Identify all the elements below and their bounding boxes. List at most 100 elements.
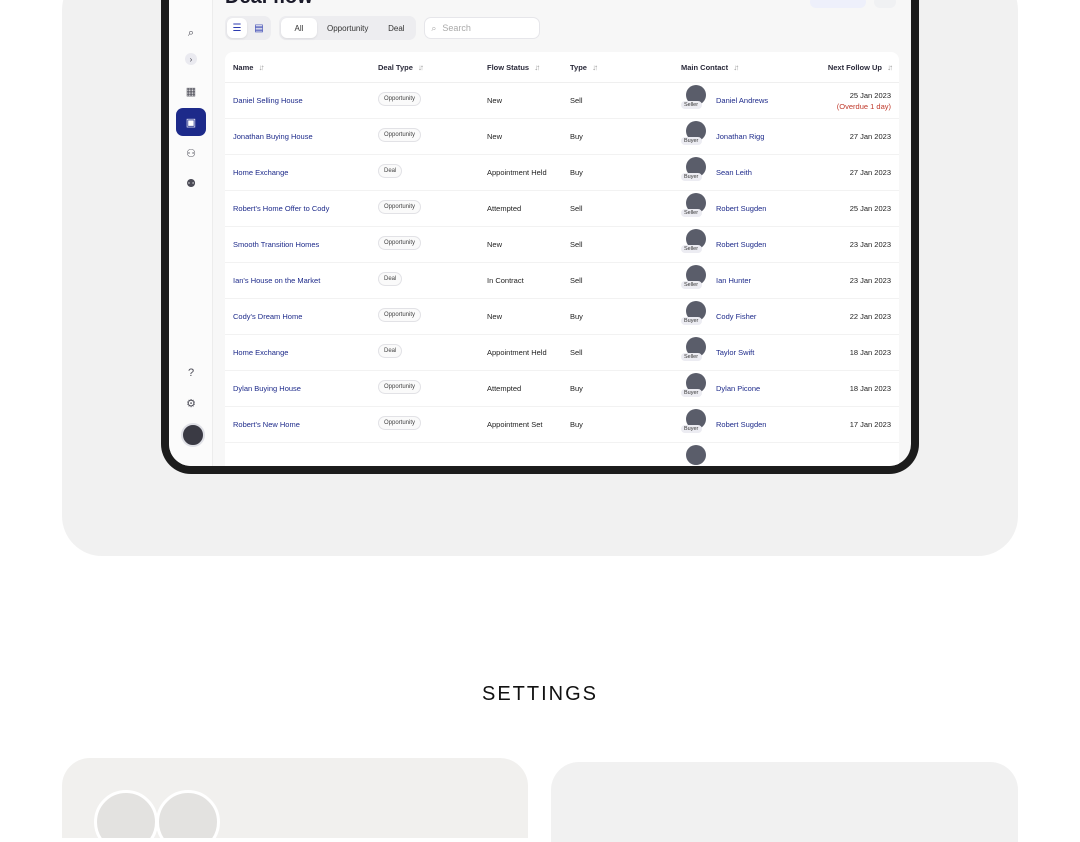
contact-name-link[interactable]: Robert Sugden	[716, 204, 766, 213]
contact-nav-button[interactable]: ⚇	[177, 140, 205, 166]
dashboard-icon: ▦	[185, 85, 197, 98]
deal-name-link[interactable]: Jonathan Buying House	[233, 132, 313, 141]
table-row[interactable]: Daniel Selling House Opportunity New Sell Se…	[225, 82, 899, 119]
sort-icon[interactable]: ↓↑	[592, 63, 598, 72]
briefcase-nav-button[interactable]: ▣	[176, 108, 206, 136]
column-header[interactable]: Name ↓↑	[233, 63, 264, 72]
follow-up-date: 25 Jan 2023 (Overdue 1 day)	[837, 90, 891, 112]
follow-up-date: 18 Jan 2023	[850, 348, 891, 357]
contact-name-link[interactable]: Robert Sugden	[716, 240, 766, 249]
section-heading: SETTINGS	[481, 683, 598, 705]
table-row[interactable]: Dylan Buying House Opportunity Attempted Bu…	[225, 370, 899, 407]
deal-name-link[interactable]: Daniel Selling House	[233, 96, 303, 105]
follow-up-date-value: 18 Jan 2023	[849, 348, 891, 357]
overdue-note: (Overdue 1 day)	[836, 102, 891, 111]
contact-name-link[interactable]: Sean Leith	[716, 168, 752, 177]
contact-role-badge: Seller	[681, 245, 703, 253]
contact-name-link[interactable]: Cody Fisher	[716, 312, 756, 321]
chevron-right-nav-button[interactable]: ›	[185, 53, 197, 65]
column-header-label: Flow Status	[487, 63, 530, 72]
follow-up-date-value: 27 Jan 2023	[849, 168, 891, 177]
deal-type-badge: Deal	[378, 344, 403, 358]
contact-name-link[interactable]: Jonathan Rigg	[716, 132, 764, 141]
contact-name-link[interactable]: Dylan Picone	[716, 384, 760, 393]
deal-name-link[interactable]: Dylan Buying House	[233, 384, 301, 393]
contact-role-badge: Buyer	[681, 173, 703, 181]
contact-role-badge: Buyer	[681, 137, 703, 145]
users-nav-button[interactable]: ⚉	[177, 170, 205, 196]
table-row[interactable]: Robert's New Home Opportunity Appointment …	[225, 406, 899, 443]
cards-view-button[interactable]: ▤	[249, 18, 269, 38]
sort-icon[interactable]: ↓↑	[733, 63, 739, 72]
flow-status: New	[487, 240, 503, 249]
list-icon: ☰	[232, 22, 242, 34]
deal-name-link[interactable]: Robert's New Home	[233, 420, 300, 429]
flow-status: Appointment Set	[487, 420, 543, 429]
deal-type-badge: Opportunity	[378, 416, 422, 430]
contact-name-link[interactable]: Robert Sugden	[716, 420, 766, 429]
deal-name-link[interactable]: Home Exchange	[233, 348, 288, 357]
deal-name-link[interactable]: Home Exchange	[233, 168, 288, 177]
sort-icon[interactable]: ↓↑	[534, 63, 540, 72]
follow-up-date-value: 27 Jan 2023	[849, 132, 891, 141]
deal-kind: Sell	[570, 96, 583, 105]
search-box[interactable]: ⌕ Search	[424, 17, 541, 39]
contact-name-link[interactable]: Daniel Andrews	[716, 96, 768, 105]
chevron-right-icon: ›	[189, 54, 193, 64]
view-toggle: ☰ ▤	[225, 16, 271, 40]
deal-filter: All Opportunity Deal	[279, 16, 417, 40]
column-header[interactable]: Type ↓↑	[570, 63, 598, 72]
deal-type-badge: Opportunity	[378, 200, 422, 214]
help-nav-button[interactable]: ?	[177, 360, 205, 386]
flow-status: In Contract	[487, 276, 524, 285]
follow-up-date-value: 25 Jan 2023	[849, 91, 891, 100]
dashboard-nav-button[interactable]: ▦	[177, 78, 205, 104]
follow-up-date-value: 25 Jan 2023	[849, 204, 891, 213]
table-row[interactable]: Cody's Dream Home Opportunity New Buy Buyer C…	[225, 298, 899, 335]
list-view-button[interactable]: ☰	[227, 18, 247, 38]
table-row[interactable]: Smooth Transition Homes Opportunity New Sel…	[225, 226, 899, 263]
flow-status: New	[487, 312, 503, 321]
search-input[interactable]: Search	[442, 23, 471, 33]
contact-name-link[interactable]: Ian Hunter	[716, 276, 751, 285]
deal-name-link[interactable]: Smooth Transition Homes	[233, 240, 319, 249]
deal-kind: Sell	[570, 276, 583, 285]
settings-nav-button[interactable]: ⚙	[177, 390, 205, 416]
flow-status: Appointment Held	[487, 168, 547, 177]
add-deal-button[interactable]	[810, 0, 866, 8]
contact-role-badge: Seller	[681, 209, 703, 217]
follow-up-date: 17 Jan 2023	[850, 420, 891, 429]
cards-icon: ▤	[254, 22, 264, 34]
table-row[interactable]: Home Exchange Deal Appointment Held Sell Sel…	[225, 334, 899, 371]
deal-name-link[interactable]: Robert's Home Offer to Cody	[233, 204, 329, 213]
column-header[interactable]: Next Follow Up ↓↑	[828, 63, 893, 72]
column-header[interactable]: Deal Type ↓↑	[378, 63, 424, 72]
filter-tab[interactable]: Opportunity	[319, 18, 376, 38]
column-header[interactable]: Main Contact ↓↑	[681, 63, 739, 72]
deal-kind: Sell	[570, 204, 583, 213]
table-row[interactable]: Robert's Home Offer to Cody Opportunity At…	[225, 190, 899, 227]
deal-type-badge: Opportunity	[378, 308, 422, 322]
search-nav-button[interactable]: ⌕	[177, 20, 205, 46]
sort-icon[interactable]: ↓↑	[258, 63, 264, 72]
table-row[interactable]: Home Exchange Deal Appointment Held Buy Buye…	[225, 154, 899, 191]
more-button[interactable]	[874, 0, 896, 8]
app-screen: ⌕›▦▣⚇⚉?⚙ Deal flow ☰▤ AllOpportunityDeal…	[169, 0, 911, 466]
deal-type-badge: Deal	[378, 272, 403, 286]
filter-tab[interactable]: All	[281, 18, 317, 38]
contact-name-link[interactable]: Taylor Swift	[716, 348, 754, 357]
deal-name-link[interactable]: Cody's Dream Home	[233, 312, 302, 321]
column-header-label: Name	[233, 63, 254, 72]
settings-preview-left	[62, 758, 528, 838]
table-row[interactable]: Jonathan Buying House Opportunity New Buy Bu…	[225, 118, 899, 155]
deal-type-badge: Opportunity	[378, 92, 422, 106]
contact-role-badge: Buyer	[681, 389, 703, 397]
column-header[interactable]: Flow Status ↓↑	[487, 63, 540, 72]
follow-up-date: 23 Jan 2023	[850, 240, 891, 249]
sort-icon[interactable]: ↓↑	[418, 63, 424, 72]
filter-tab[interactable]: Deal	[378, 18, 414, 38]
deal-name-link[interactable]: Ian's House on the Market	[233, 276, 320, 285]
sort-icon[interactable]: ↓↑	[887, 63, 893, 72]
user-avatar[interactable]	[181, 423, 205, 447]
table-row[interactable]: Ian's House on the Market Deal In Contract…	[225, 262, 899, 299]
